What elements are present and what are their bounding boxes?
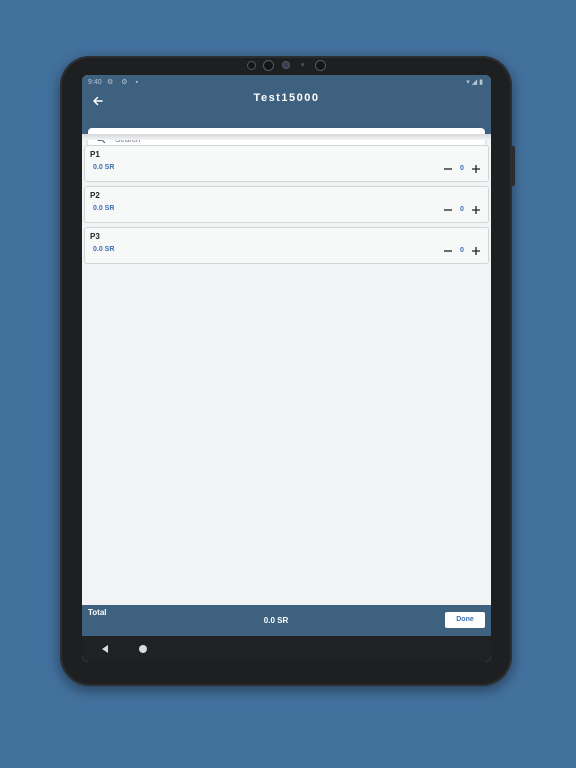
product-item-p1[interactable]: P1 0.0 SR 0 xyxy=(84,145,489,182)
circle-home-icon[interactable] xyxy=(139,645,147,653)
quantity-value: 0 xyxy=(460,165,464,172)
quantity-value: 0 xyxy=(460,206,464,213)
minus-icon[interactable] xyxy=(442,245,454,257)
product-name: P3 xyxy=(90,232,100,241)
header-shadow xyxy=(82,134,491,140)
triangle-back-icon[interactable] xyxy=(100,644,110,654)
camera-sensor xyxy=(301,63,304,66)
quantity-stepper: 0 xyxy=(442,204,482,218)
camera-lens xyxy=(315,60,326,71)
product-item-p2[interactable]: P2 0.0 SR 0 xyxy=(84,186,489,223)
minus-icon[interactable] xyxy=(442,204,454,216)
product-name: P1 xyxy=(90,150,100,159)
camera-lens xyxy=(282,61,290,69)
total-value: 0.0 SR xyxy=(263,616,289,625)
quantity-value: 0 xyxy=(460,247,464,254)
status-bar: 9:40 ⚙ ⚙ ▪ ▾◢▮ xyxy=(82,75,491,91)
product-price: 0.0 SR xyxy=(93,164,115,171)
plus-icon[interactable] xyxy=(470,204,482,216)
camera-lens xyxy=(263,60,274,71)
product-price: 0.0 SR xyxy=(93,246,115,253)
minus-icon[interactable] xyxy=(442,163,454,175)
product-price: 0.0 SR xyxy=(93,205,115,212)
app-screen: 9:40 ⚙ ⚙ ▪ ▾◢▮ Test15000 P1 0.0 SR 0 xyxy=(82,75,491,662)
quantity-stepper: 0 xyxy=(442,163,482,177)
wifi-battery-icons: ▾◢▮ xyxy=(466,79,485,86)
page-title: Test15000 xyxy=(253,92,320,104)
total-footer: Total 0.0 SR Done xyxy=(82,605,491,636)
notification-icons: ⚙ ⚙ ▪ xyxy=(107,79,141,86)
quantity-stepper: 0 xyxy=(442,245,482,259)
tablet-side-button xyxy=(512,146,515,186)
plus-icon[interactable] xyxy=(470,163,482,175)
plus-icon[interactable] xyxy=(470,245,482,257)
product-list: P1 0.0 SR 0 P2 0.0 SR 0 P3 0.0 SR 0 xyxy=(84,145,489,268)
system-nav-bar xyxy=(82,636,491,662)
product-item-p3[interactable]: P3 0.0 SR 0 xyxy=(84,227,489,264)
app-bar: Test15000 xyxy=(82,91,491,149)
done-button[interactable]: Done xyxy=(445,612,485,628)
status-time: 9:40 xyxy=(88,79,102,86)
camera-lens xyxy=(247,61,256,70)
product-name: P2 xyxy=(90,191,100,200)
